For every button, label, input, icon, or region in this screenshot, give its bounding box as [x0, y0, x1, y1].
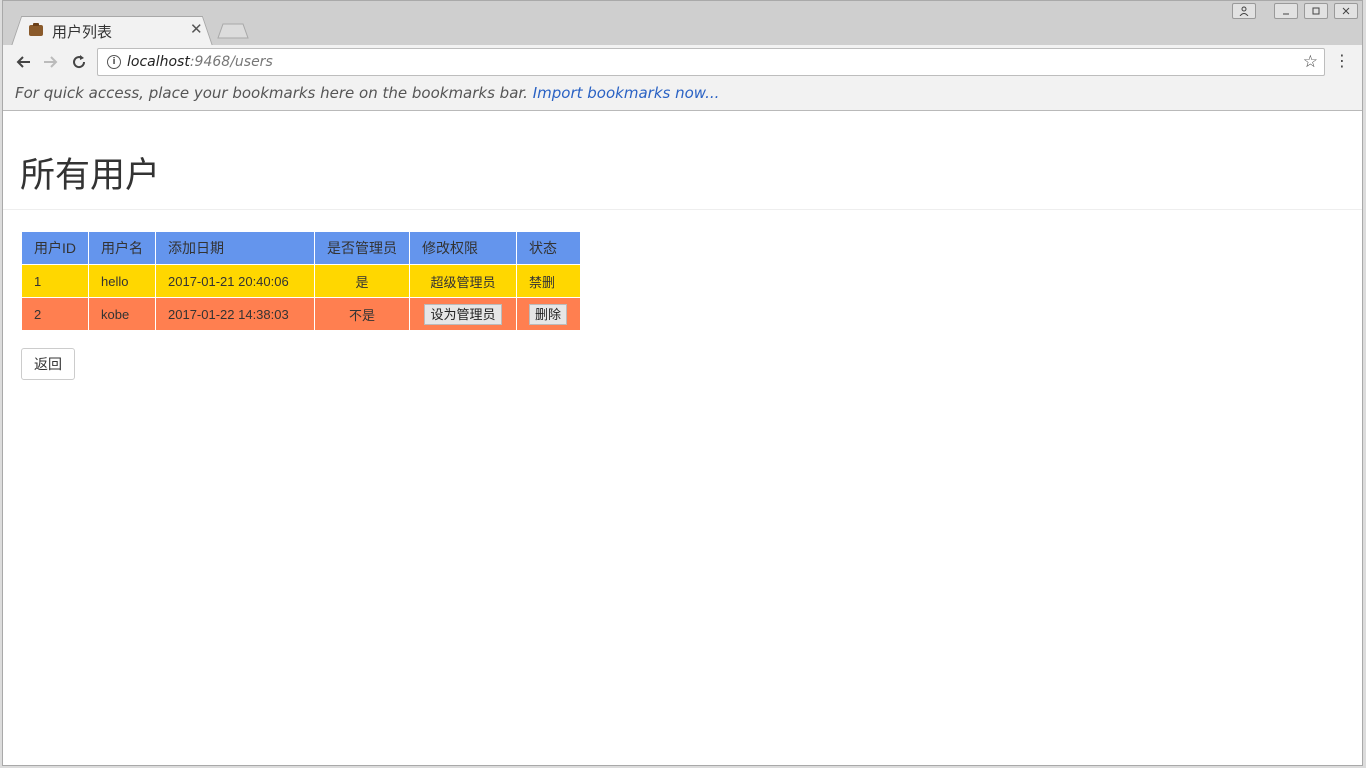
back-arrow-icon[interactable]: [12, 51, 34, 73]
users-table: 用户ID 用户名 添加日期 是否管理员 修改权限 状态 1 hello 2017…: [21, 231, 581, 331]
address-bar[interactable]: i localhost:9468/users ☆: [97, 48, 1325, 76]
import-bookmarks-link[interactable]: Import bookmarks now...: [533, 84, 720, 102]
cell-user-id: 1: [21, 264, 89, 298]
folder-favicon-icon: [29, 23, 43, 36]
delete-button[interactable]: 删除: [529, 303, 568, 325]
maximize-icon[interactable]: [1304, 3, 1328, 19]
cell-username: hello: [88, 264, 156, 298]
cell-username: kobe: [88, 297, 156, 331]
browser-menu-icon[interactable]: ⋮: [1334, 53, 1350, 69]
cell-permission: 超级管理员: [409, 264, 517, 298]
browser-toolbar: i localhost:9468/users ☆ ⋮: [3, 45, 1362, 79]
cell-user-id: 2: [21, 297, 89, 331]
title-bar: 用户列表 ✕: [3, 1, 1362, 46]
forward-arrow-icon[interactable]: [40, 51, 62, 73]
minimize-icon[interactable]: [1274, 3, 1298, 19]
header-divider: [3, 209, 1362, 210]
header-is-admin: 是否管理员: [314, 231, 410, 265]
reload-icon[interactable]: [68, 51, 90, 73]
header-username: 用户名: [88, 231, 156, 265]
header-date-added: 添加日期: [155, 231, 315, 265]
cell-permission: 设为管理员: [409, 297, 517, 331]
page-content: 所有用户 用户ID 用户名 添加日期 是否管理员 修改权限 状态 1 hello…: [3, 111, 1362, 765]
tab-close-icon[interactable]: ✕: [190, 20, 203, 38]
cell-is-admin: 不是: [314, 297, 410, 331]
close-window-icon[interactable]: [1334, 3, 1358, 19]
header-user-id: 用户ID: [21, 231, 89, 265]
table-header-row: 用户ID 用户名 添加日期 是否管理员 修改权限 状态: [21, 231, 581, 265]
set-admin-button[interactable]: 设为管理员: [424, 303, 502, 325]
new-tab-button[interactable]: [217, 23, 249, 39]
url-path: :9468/users: [189, 54, 273, 70]
header-status: 状态: [516, 231, 581, 265]
back-button[interactable]: 返回: [21, 348, 75, 380]
cell-status: 禁删: [516, 264, 581, 298]
cell-status: 删除: [516, 297, 581, 331]
profile-icon[interactable]: [1232, 3, 1256, 19]
bookmarks-message: For quick access, place your bookmarks h…: [15, 84, 719, 102]
cell-date: 2017-01-22 14:38:03: [155, 297, 315, 331]
url-text: localhost:9468/users: [127, 54, 273, 70]
url-host: localhost: [127, 54, 190, 70]
window-controls: [1232, 3, 1358, 21]
bookmarks-prompt: For quick access, place your bookmarks h…: [15, 84, 528, 102]
cell-date: 2017-01-21 20:40:06: [155, 264, 315, 298]
header-permission: 修改权限: [409, 231, 517, 265]
cell-is-admin: 是: [314, 264, 410, 298]
table-row: 1 hello 2017-01-21 20:40:06 是 超级管理员 禁删: [21, 264, 581, 298]
tab-title: 用户列表: [52, 23, 113, 41]
bookmarks-bar: For quick access, place your bookmarks h…: [3, 79, 1362, 111]
info-icon[interactable]: i: [107, 55, 121, 69]
table-row: 2 kobe 2017-01-22 14:38:03 不是 设为管理员 删除: [21, 297, 581, 331]
bookmark-star-icon[interactable]: ☆: [1303, 52, 1318, 72]
browser-window: 用户列表 ✕ i localhost:9468/users ☆ ⋮ For qu…: [2, 0, 1363, 766]
page-title: 所有用户: [20, 156, 161, 196]
